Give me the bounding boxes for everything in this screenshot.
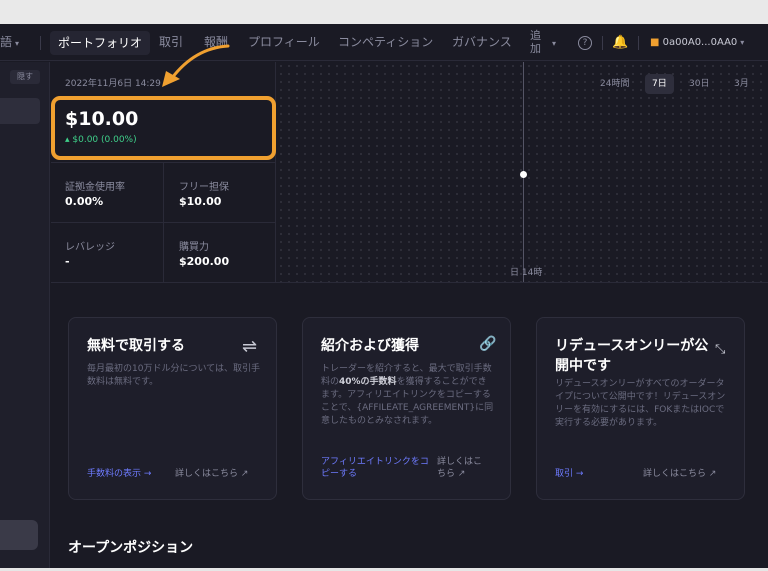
fox-icon: ■ — [650, 37, 660, 48]
nav-portfolio[interactable]: ポートフォリオ — [50, 31, 151, 55]
top-nav: 語 ▾ ポートフォリオ 取引 報酬 プロフィール コンペティション ガバナンス 追… — [0, 24, 768, 61]
hide-sidebar-button[interactable]: 隠す — [10, 70, 40, 84]
stat-divider — [51, 222, 276, 223]
bell-icon[interactable]: 🔔 — [612, 24, 628, 61]
wallet-button[interactable]: ■ 0a00A0...0AA0 ▾ — [650, 24, 744, 61]
help-icon[interactable]: ? — [578, 36, 592, 50]
wallet-address: 0a00A0...0AA0 — [662, 37, 738, 48]
margin-usage-label: 証拠金使用率 — [65, 182, 125, 193]
equity-chart[interactable]: 24時間 7日 30日 3月 日 14時 — [277, 62, 768, 282]
view-fees-link[interactable]: 手数料の表示 → — [87, 468, 151, 480]
collapse-icon: ⤡ — [715, 342, 726, 357]
chart-hover-date: 日 14時 — [510, 268, 543, 278]
nav-more[interactable]: 追 加 — [530, 29, 544, 57]
nav-profile[interactable]: プロフィール — [248, 24, 320, 61]
leverage-value: - — [65, 255, 70, 268]
nav-divider — [638, 36, 639, 50]
margin-usage-value: 0.00% — [65, 195, 104, 208]
copy-affiliate-link[interactable]: アフィリエイトリンクをコピーする — [321, 456, 431, 480]
left-sidebar: 隠す — [0, 62, 50, 568]
section-divider — [51, 282, 768, 283]
nav-more-line1: 追 — [530, 29, 541, 42]
card-title: 紹介および獲得 — [321, 338, 419, 354]
account-panel: 2022年11月6日 14:29 $10.00 ▴ $0.00 (0.00%) … — [51, 62, 276, 282]
range-24h-button[interactable]: 24時間 — [593, 74, 636, 94]
chevron-down-icon: ▾ — [15, 39, 20, 48]
nav-more-line2: 加 — [530, 42, 541, 55]
account-timestamp: 2022年11月6日 14:29 — [65, 79, 161, 89]
link-icon: 🔗 — [479, 336, 497, 352]
card-title: 無料で取引する — [87, 338, 185, 354]
range-7d-button[interactable]: 7日 — [645, 74, 674, 94]
buying-power-label: 購買力 — [179, 242, 209, 253]
swap-icon: ⇌ — [242, 336, 258, 357]
buying-power-value: $200.00 — [179, 255, 230, 268]
card-body-bold: 40%の手数料 — [339, 377, 397, 387]
nav-divider — [40, 36, 41, 50]
range-30d-button[interactable]: 30日 — [682, 74, 716, 94]
leverage-label: レバレッジ — [65, 242, 115, 253]
free-collateral-label: フリー担保 — [179, 182, 229, 193]
card-body: 毎月最初の10万ドル分については、取引手数料は無料です。 — [87, 364, 261, 387]
open-positions-heading: オープンポジション — [68, 540, 194, 556]
card-body: トレーダーを紹介すると、最大で取引手数料の40%の手数料を獲得することができます… — [321, 363, 495, 428]
language-label: 語 — [0, 35, 13, 49]
learn-more-link[interactable]: 詳しくはこちら ↗ — [437, 456, 487, 480]
nav-governance[interactable]: ガバナンス — [452, 24, 512, 61]
chart-hover-dot — [520, 171, 527, 178]
sidebar-bottom-button[interactable] — [0, 520, 38, 550]
free-collateral-value: $10.00 — [179, 195, 222, 208]
language-selector[interactable]: 語 ▾ — [0, 24, 19, 61]
referral-card: 紹介および獲得 🔗 トレーダーを紹介すると、最大で取引手数料の40%の手数料を獲… — [302, 317, 511, 500]
nav-competition[interactable]: コンペティション — [338, 24, 433, 61]
equity-change: ▴ $0.00 (0.00%) — [65, 135, 137, 145]
learn-more-link[interactable]: 詳しくはこちら ↗ — [643, 468, 716, 480]
card-title: リデュースオンリーが公開中です — [555, 338, 709, 374]
trade-link[interactable]: 取引 → — [555, 468, 583, 480]
nav-divider — [602, 36, 603, 50]
chevron-down-icon: ▾ — [740, 38, 745, 47]
account-equity: $10.00 — [65, 108, 139, 130]
annotation-arrow — [162, 44, 230, 87]
browser-top-strip — [0, 0, 768, 24]
range-3m-button[interactable]: 3月 — [727, 74, 756, 94]
free-trading-card: 無料で取引する ⇌ 毎月最初の10万ドル分については、取引手数料は無料です。 手… — [68, 317, 277, 500]
card-body: リデュースオンリーがすべてのオーダータイプについて公開中です！リデュースオンリー… — [555, 379, 726, 428]
sidebar-selected-item[interactable] — [0, 98, 40, 124]
app-window: 語 ▾ ポートフォリオ 取引 報酬 プロフィール コンペティション ガバナンス 追… — [0, 24, 768, 568]
nav-more-chevron-icon[interactable]: ▾ — [549, 24, 556, 61]
learn-more-link[interactable]: 詳しくはこちら ↗ — [175, 468, 248, 480]
reduce-only-card: リデュースオンリーが公開中です ⤡ リデュースオンリーがすべてのオーダータイプに… — [536, 317, 745, 500]
